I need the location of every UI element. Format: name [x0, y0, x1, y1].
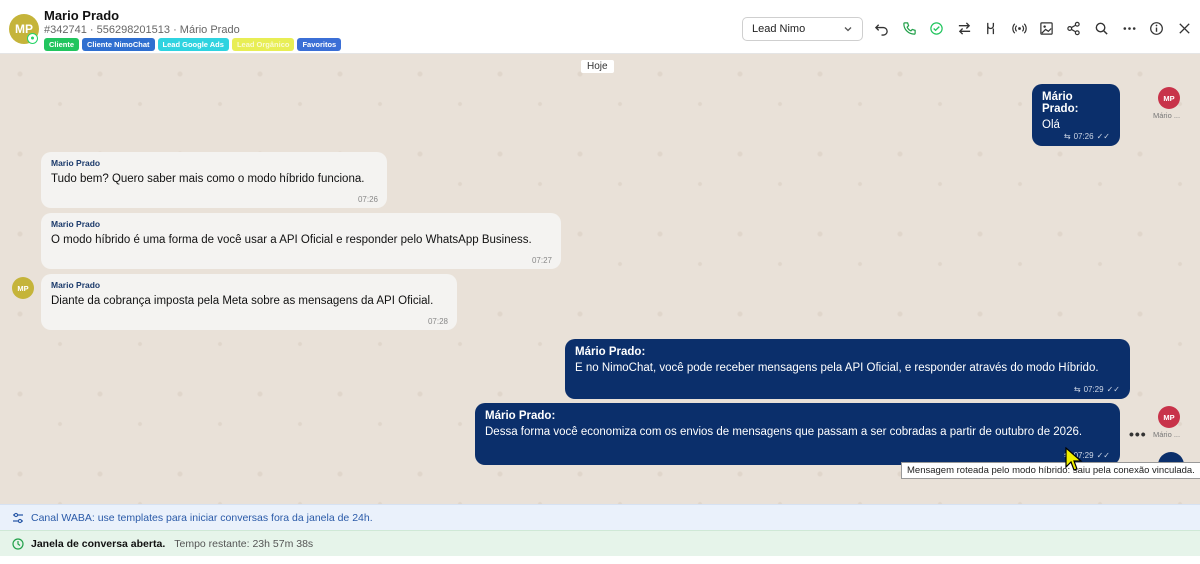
close-icon[interactable]: [1175, 19, 1193, 37]
tag-cliente-nimochat[interactable]: Cliente NimoChat: [82, 38, 155, 51]
tag-lead-organico[interactable]: Lead Orgânico: [231, 38, 295, 51]
message-time: 07:27: [531, 256, 552, 265]
agent-avatar[interactable]: MP: [1158, 406, 1180, 428]
lead-select[interactable]: Lead Nimo: [742, 17, 863, 41]
agent-avatar[interactable]: MP: [1158, 87, 1180, 109]
message-time: 07:26: [357, 195, 378, 204]
share-icon[interactable]: [1064, 19, 1082, 37]
hybrid-route-icon[interactable]: ⇆: [1074, 385, 1081, 394]
check-circle-icon[interactable]: [927, 19, 945, 37]
double-check-icon: ✓✓: [1096, 451, 1110, 460]
message-bubble-incoming[interactable]: Mario Prado Diante da cobrança imposta p…: [41, 274, 457, 330]
broadcast-icon[interactable]: [1010, 19, 1028, 37]
chat-header: MP ● Mario Prado #342741 · 556298201513 …: [0, 0, 1200, 54]
contact-avatar-small[interactable]: MP: [12, 277, 34, 299]
contact-name[interactable]: Mario Prado: [44, 8, 119, 23]
double-check-icon: ✓✓: [1106, 385, 1120, 394]
undo-icon[interactable]: [872, 19, 890, 37]
time-remaining-text: Tempo restante: 23h 57m 38s: [174, 537, 314, 550]
message-sender: Mario Prado: [51, 219, 101, 229]
message-sender: Mário Prado:: [1042, 91, 1079, 115]
message-meta: ⇆ 07:29 ✓✓: [1074, 385, 1120, 394]
message-text: Olá: [1042, 119, 1060, 131]
contact-subtitle: #342741 · 556298201513 · Mário Prado: [44, 24, 240, 36]
message-bubble-outgoing[interactable]: Mário Prado: E no NimoChat, você pode re…: [565, 339, 1130, 399]
message-bubble-incoming[interactable]: Mario Prado O modo híbrido é uma forma d…: [41, 213, 561, 269]
agent-avatar-label: Mário ...: [1153, 111, 1181, 120]
agent-avatar-label: Mário ...: [1153, 430, 1181, 439]
pipeline-icon[interactable]: [982, 19, 1000, 37]
message-bubble-outgoing[interactable]: Mário Prado: Dessa forma você economiza …: [475, 403, 1120, 465]
message-options-icon[interactable]: •••: [1129, 426, 1147, 442]
hybrid-route-icon[interactable]: ⇆: [1064, 132, 1071, 141]
transfer-icon[interactable]: [955, 19, 973, 37]
conversation-window-bar: Janela de conversa aberta. Tempo restant…: [0, 530, 1200, 556]
message-time: 07:28: [427, 317, 448, 326]
message-sender: Mario Prado: [51, 280, 101, 290]
phone-icon[interactable]: [900, 19, 918, 37]
tag-lead-google-ads[interactable]: Lead Google Ads: [157, 38, 229, 51]
message-meta: ⇆ 07:26 ✓✓: [1064, 132, 1110, 141]
sliders-icon: [13, 512, 23, 523]
more-icon[interactable]: [1120, 19, 1138, 37]
tag-favoritos[interactable]: Favoritos: [297, 38, 342, 51]
window-status-text: Janela de conversa aberta.: [31, 537, 166, 550]
message-text: Diante da cobrança imposta pela Meta sob…: [51, 295, 434, 307]
message-text: E no NimoChat, você pode receber mensage…: [575, 362, 1099, 374]
chat-area[interactable]: Hoje Mário Prado: Olá ⇆ 07:26 ✓✓ MP Mári…: [0, 54, 1200, 504]
message-bubble-outgoing[interactable]: Mário Prado: Olá ⇆ 07:26 ✓✓: [1032, 84, 1120, 146]
message-time: 07:26: [1073, 132, 1094, 141]
chevron-down-icon: [844, 27, 852, 32]
message-time: 07:29: [1083, 385, 1104, 394]
whatsapp-badge-icon: ●: [27, 33, 38, 44]
tag-list: Cliente Cliente NimoChat Lead Google Ads…: [44, 38, 342, 51]
message-text: Tudo bem? Quero saber mais como o modo h…: [51, 173, 365, 185]
tag-cliente[interactable]: Cliente: [44, 38, 80, 51]
message-sender: Mario Prado: [51, 158, 101, 168]
waba-notice-text: Canal WABA: use templates para iniciar c…: [31, 511, 373, 524]
image-icon[interactable]: [1037, 19, 1055, 37]
day-separator: Hoje: [581, 60, 614, 73]
clock-icon: [12, 537, 24, 550]
waba-notice-bar: Canal WABA: use templates para iniciar c…: [0, 504, 1200, 530]
message-bubble-incoming[interactable]: Mario Prado Tudo bem? Quero saber mais c…: [41, 152, 387, 208]
info-icon[interactable]: [1147, 19, 1165, 37]
mouse-cursor-icon: [1065, 447, 1083, 471]
message-text: Dessa forma você economiza com os envios…: [485, 426, 1083, 438]
hybrid-route-tooltip: Mensagem roteada pelo modo híbrido: saiu…: [901, 462, 1200, 479]
double-check-icon: ✓✓: [1096, 132, 1110, 141]
lead-select-value: Lead Nimo: [752, 23, 806, 35]
message-sender: Mário Prado:: [575, 346, 646, 358]
message-sender: Mário Prado:: [485, 410, 556, 422]
search-icon[interactable]: [1092, 19, 1110, 37]
bottom-strip: [0, 556, 1200, 564]
message-text: O modo híbrido é uma forma de você usar …: [51, 234, 532, 246]
